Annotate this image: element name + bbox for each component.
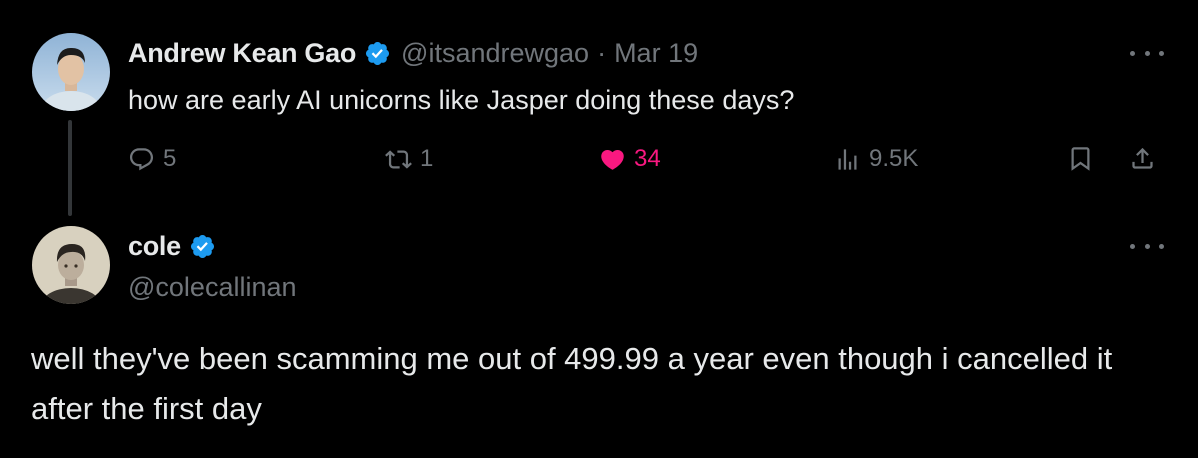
retweet-button[interactable]: 1 [385,145,433,173]
tweet-text: how are early AI unicorns like Jasper do… [128,84,795,115]
reply-text: well they've been scamming me out of 499… [31,341,1113,426]
reply-author-avatar-image [32,226,110,304]
thread-connector-line [68,120,72,216]
verified-badge-icon[interactable] [189,233,216,260]
reply-author-handle[interactable]: @colecallinan [128,270,297,304]
author-avatar-image [32,33,110,111]
author-handle[interactable]: @itsandrewgao [401,38,589,69]
tweet-date[interactable]: Mar 19 [614,38,698,69]
meta-separator: · [597,37,607,68]
tweet-thread: Andrew Kean Gao @itsandrewgao · Mar 19 h… [0,0,1198,458]
reply-author-avatar[interactable] [32,226,110,304]
analytics-bars-icon [838,148,857,170]
share-button[interactable] [1129,145,1156,172]
like-count: 34 [634,145,661,172]
tweet-header: Andrew Kean Gao @itsandrewgao · Mar 19 [128,36,698,70]
reply-count: 5 [163,145,177,172]
heart-icon [601,149,624,170]
share-icon [1132,147,1153,169]
author-name[interactable]: Andrew Kean Gao [128,38,356,69]
reply-button[interactable]: 5 [128,145,176,173]
verified-badge-icon[interactable] [364,40,391,67]
retweet-count: 1 [420,145,434,172]
comment-bubble-icon [129,147,154,170]
views-button[interactable]: 9.5K [834,145,918,173]
like-button[interactable]: 34 [599,145,661,173]
retweet-icon [385,149,412,169]
bookmark-icon [1071,147,1090,171]
reply-author-name[interactable]: cole [128,231,181,262]
more-dots-icon[interactable] [1130,236,1164,256]
views-count: 9.5K [869,145,919,172]
author-avatar[interactable] [32,33,110,111]
reply-header: cole [128,229,216,263]
more-dots-icon[interactable] [1130,43,1164,63]
bookmark-button[interactable] [1067,145,1094,172]
